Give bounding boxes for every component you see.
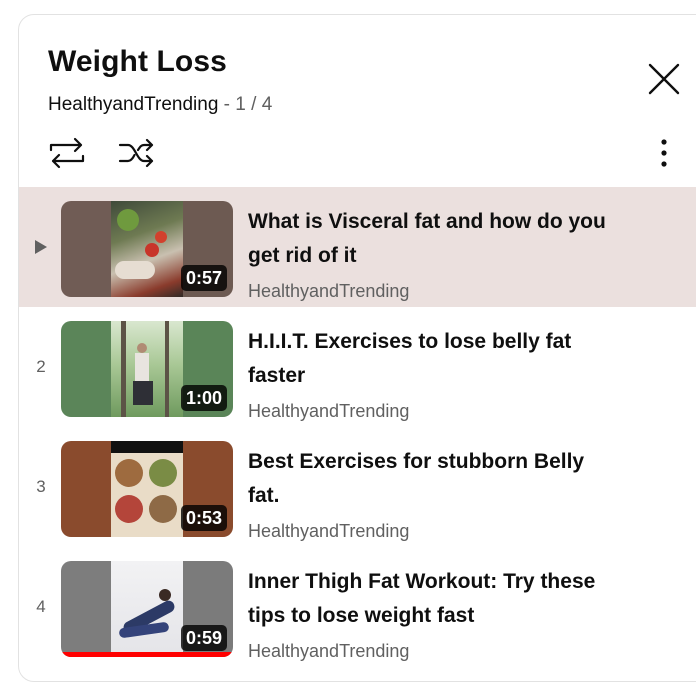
video-channel[interactable]: HealthyandTrending (248, 401, 409, 422)
video-thumbnail[interactable]: 0:59 (61, 561, 233, 657)
playlist-item[interactable]: 4 0:59 Inner Thigh Fat Workout: Try thes… (19, 547, 696, 667)
loop-button[interactable] (45, 133, 89, 173)
playlist-item[interactable]: 2 1:00 H.I.I.T. Exercises to lose belly … (19, 307, 696, 427)
close-icon (648, 63, 680, 95)
now-playing-indicator (27, 187, 55, 307)
thumbnail-image (111, 561, 183, 657)
video-title[interactable]: What is Visceral fat and how do you get … (248, 205, 618, 273)
video-duration: 1:00 (180, 385, 227, 411)
video-title[interactable]: Inner Thigh Fat Workout: Try these tips … (248, 565, 618, 633)
video-thumbnail[interactable]: 0:53 (61, 441, 233, 537)
playlist-index: 4 (36, 597, 46, 616)
playlist-subtitle: HealthyandTrending - 1 / 4 (48, 94, 272, 116)
more-vertical-icon (661, 139, 667, 167)
shuffle-button[interactable] (115, 133, 159, 173)
video-title[interactable]: H.I.I.T. Exercises to lose belly fat fas… (248, 325, 618, 393)
playlist-item[interactable]: 3 0:53 Best Exercises for stubborn Belly… (19, 427, 696, 547)
playlist-items: 0:57 What is Visceral fat and how do you… (19, 187, 696, 667)
playlist-item[interactable]: 0:57 What is Visceral fat and how do you… (19, 187, 696, 307)
video-channel[interactable]: HealthyandTrending (248, 641, 409, 662)
playlist-title[interactable]: Weight Loss (48, 45, 227, 79)
playlist-header: Weight Loss HealthyandTrending - 1 / 4 (19, 15, 696, 187)
playlist-position: - 1 / 4 (218, 94, 273, 115)
thumbnail-image (111, 441, 183, 537)
video-channel[interactable]: HealthyandTrending (248, 521, 409, 542)
playlist-channel-link[interactable]: HealthyandTrending (48, 94, 218, 115)
playlist-panel: Weight Loss HealthyandTrending - 1 / 4 0… (18, 14, 696, 682)
more-options-button[interactable] (647, 131, 681, 175)
thumbnail-image (111, 201, 183, 297)
video-title[interactable]: Best Exercises for stubborn Belly fat. (248, 445, 618, 513)
thumbnail-image (111, 321, 183, 417)
video-duration: 0:57 (180, 265, 227, 291)
play-triangle-icon (35, 240, 47, 254)
watch-progress-bar (61, 652, 233, 657)
video-channel[interactable]: HealthyandTrending (248, 281, 409, 302)
loop-icon (49, 137, 85, 169)
video-duration: 0:59 (180, 625, 227, 651)
video-thumbnail[interactable]: 1:00 (61, 321, 233, 417)
playlist-index: 2 (36, 357, 46, 376)
shuffle-icon (118, 138, 154, 168)
video-duration: 0:53 (180, 505, 227, 531)
playlist-index: 3 (36, 477, 46, 496)
video-thumbnail[interactable]: 0:57 (61, 201, 233, 297)
close-button[interactable] (645, 60, 683, 98)
